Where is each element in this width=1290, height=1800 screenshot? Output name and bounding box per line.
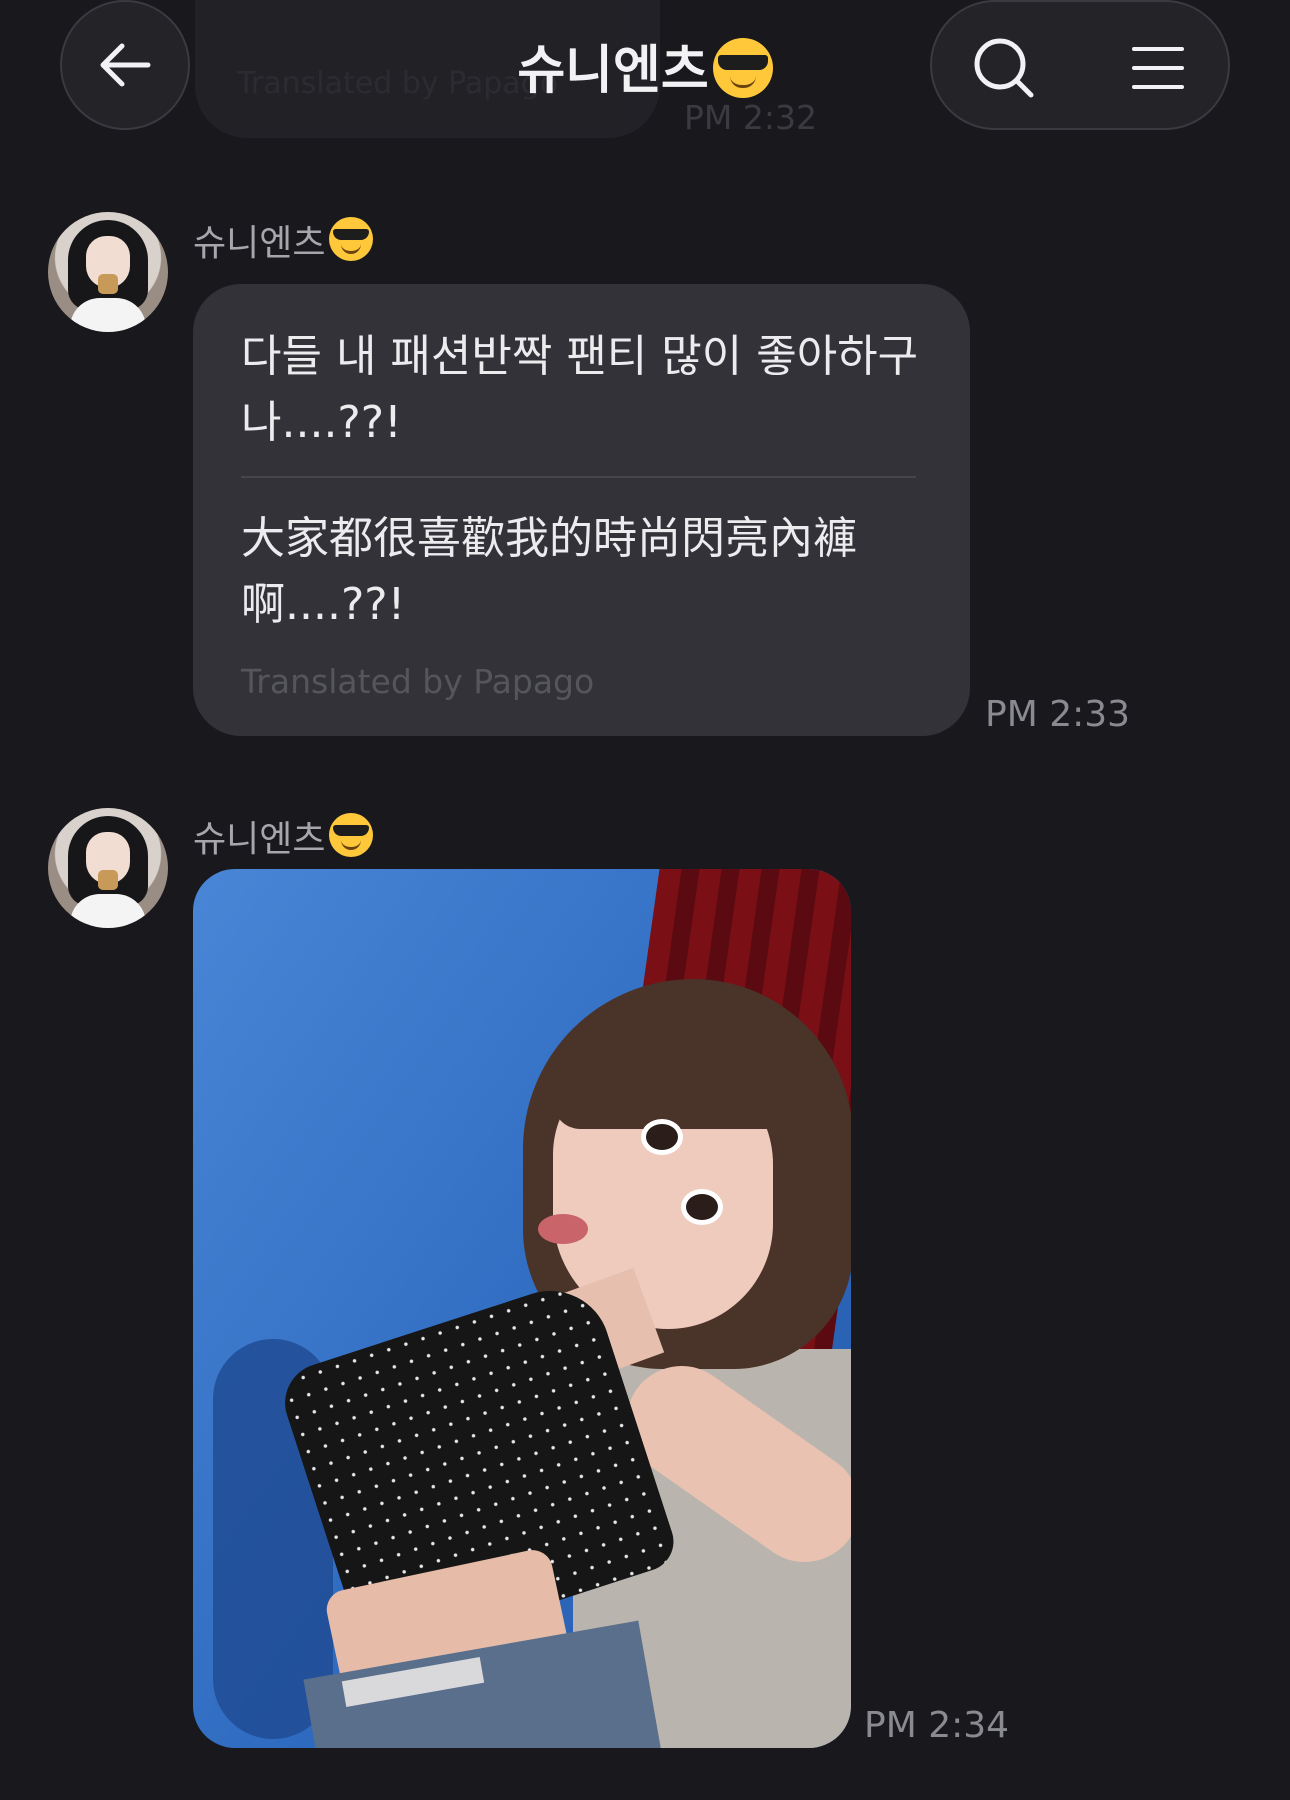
- search-icon: [974, 38, 1034, 98]
- sunglasses-emoji-icon: [329, 217, 374, 261]
- search-button[interactable]: [966, 30, 1042, 106]
- sunglasses-emoji-icon: [329, 813, 374, 857]
- message-time: PM 2:33: [985, 694, 1131, 735]
- menu-icon: [1132, 47, 1184, 89]
- translated-by-label: Translated by Papago: [241, 662, 595, 701]
- menu-button[interactable]: [1120, 30, 1196, 106]
- photo-message[interactable]: [193, 869, 851, 1748]
- translation-divider: [241, 476, 916, 478]
- message-text-korean: 다들 내 패션반짝 팬티 많이 좋아하구나....??!: [241, 331, 919, 448]
- chat-header: 슈니엔츠: [0, 0, 1290, 140]
- header-actions: [930, 0, 1230, 130]
- sender-name: 슈니엔츠: [193, 214, 374, 266]
- message-bubble[interactable]: 다들 내 패션반짝 팬티 많이 좋아하구나....??! 大家都很喜歡我的時尚閃…: [193, 284, 970, 736]
- sender-name-text: 슈니엔츠: [193, 819, 326, 860]
- message-text-translation: 大家都很喜歡我的時尚閃亮內褲啊....??!: [241, 513, 857, 630]
- sender-name-text: 슈니엔츠: [193, 223, 326, 264]
- sender-avatar[interactable]: [48, 212, 168, 332]
- sender-avatar[interactable]: [48, 808, 168, 928]
- sunglasses-emoji-icon: [712, 38, 773, 98]
- chat-title-text: 슈니엔츠: [517, 41, 709, 101]
- photo-message-time: PM 2:34: [864, 1705, 1010, 1746]
- sender-name: 슈니엔츠: [193, 810, 374, 862]
